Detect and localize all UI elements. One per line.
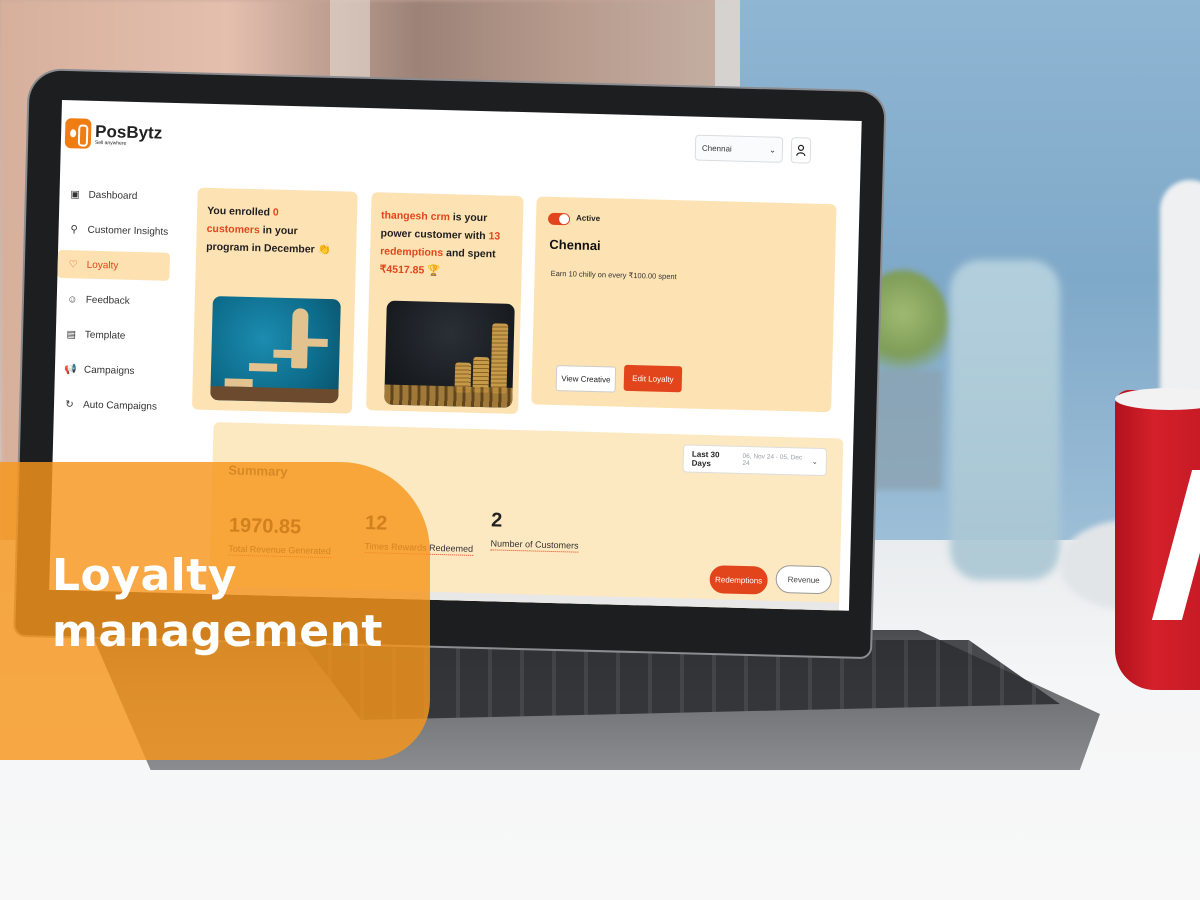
power-customer-name[interactable]: thangesh crm xyxy=(381,209,450,223)
trophy-icon: 🏆 xyxy=(427,264,441,277)
sidebar-item-label: Dashboard xyxy=(88,189,138,202)
location-select-value: Chennai xyxy=(701,143,732,154)
sidebar-item-label: Campaigns xyxy=(83,364,135,377)
sidebar-item-label: Customer Insights xyxy=(87,224,169,238)
enrolled-message: You enrolled 0 customers in your program… xyxy=(206,204,331,257)
program-active-toggle[interactable] xyxy=(547,212,571,226)
sidebar-item-label: Loyalty xyxy=(86,259,119,272)
user-icon xyxy=(796,144,806,157)
banner-title-line: management xyxy=(52,606,383,657)
sidebar-item-customer-insights[interactable]: ⚲ Customer Insights xyxy=(58,215,183,246)
sidebar-item-dashboard[interactable]: ▣ Dashboard xyxy=(59,180,184,211)
stat-value: 2 xyxy=(490,509,503,532)
user-icon: ⚲ xyxy=(70,223,78,235)
sidebar-item-feedback[interactable]: ☺ Feedback xyxy=(56,285,181,316)
date-filter-range: 06, Nov 24 - 05, Dec 24 xyxy=(742,452,803,468)
date-filter-label: Last 30 Days xyxy=(691,449,720,469)
power-customer-message: thangesh crm is your power customer with… xyxy=(379,209,501,277)
sidebar-item-label: Feedback xyxy=(85,294,130,307)
sidebar-item-label: Template xyxy=(84,329,126,342)
smiley-icon: ☺ xyxy=(67,293,78,305)
clap-icon: 👏 xyxy=(317,243,331,257)
view-creative-button[interactable]: View Creative xyxy=(555,365,617,393)
edit-loyalty-button[interactable]: Edit Loyalty xyxy=(623,364,683,393)
enrolled-count: 0 xyxy=(272,206,279,219)
chevron-down-icon: ⌄ xyxy=(811,458,818,466)
program-description: Earn 10 chilly on every ₹100.00 spent xyxy=(550,268,677,282)
growth-stairs-image xyxy=(210,296,341,404)
power-customer-card: thangesh crm is your power customer with… xyxy=(365,192,524,415)
coin-stacks-image xyxy=(384,300,515,408)
enrolled-customers-card: You enrolled 0 customers in your program… xyxy=(191,187,358,414)
dashboard-icon: ▣ xyxy=(70,188,80,200)
date-range-filter[interactable]: Last 30 Days 06, Nov 24 - 05, Dec 24 ⌄ xyxy=(682,444,828,477)
revenue-tab-button[interactable]: Revenue xyxy=(775,564,833,595)
user-profile-button[interactable] xyxy=(790,137,812,164)
sidebar-nav: ▣ Dashboard ⚲ Customer Insights ♡ Loyalt… xyxy=(53,180,183,428)
location-select[interactable]: Chennai ⌄ xyxy=(694,134,784,163)
brand-logo[interactable]: PosBytz Sell anywhere xyxy=(64,118,163,151)
brand-name: PosBytz xyxy=(94,121,163,143)
template-icon: ▤ xyxy=(66,328,77,340)
stat-customers: 2 Number of Customers xyxy=(490,509,579,553)
chevron-down-icon: ⌄ xyxy=(769,145,777,155)
status-label: Active xyxy=(575,213,601,224)
program-title: Chennai xyxy=(549,236,601,254)
posbytz-logo-icon xyxy=(64,118,92,149)
sidebar-item-campaigns[interactable]: 📢 Campaigns xyxy=(55,355,180,386)
redemptions-tab-button[interactable]: Redemptions xyxy=(709,565,769,595)
stat-label: Number of Customers xyxy=(490,538,579,553)
heart-icon: ♡ xyxy=(68,258,78,270)
sidebar-item-template[interactable]: ▤ Template xyxy=(56,320,181,351)
sidebar-item-label: Auto Campaigns xyxy=(82,399,158,413)
brand-tagline: Sell anywhere xyxy=(94,139,127,147)
banner-title-line: Loyalty xyxy=(52,550,237,601)
refresh-icon: ↻ xyxy=(65,398,74,410)
banner-title: Loyalty management xyxy=(52,548,383,660)
sidebar-item-loyalty[interactable]: ♡ Loyalty xyxy=(57,249,171,281)
sidebar-item-auto-campaigns[interactable]: ↻ Auto Campaigns xyxy=(54,390,179,421)
megaphone-icon: 📢 xyxy=(64,363,77,375)
loyalty-program-card: Active Chennai Earn 10 chilly on every ₹… xyxy=(531,196,837,413)
amount-spent: ₹4517.85 xyxy=(379,263,425,277)
robot-figurine xyxy=(950,260,1060,580)
